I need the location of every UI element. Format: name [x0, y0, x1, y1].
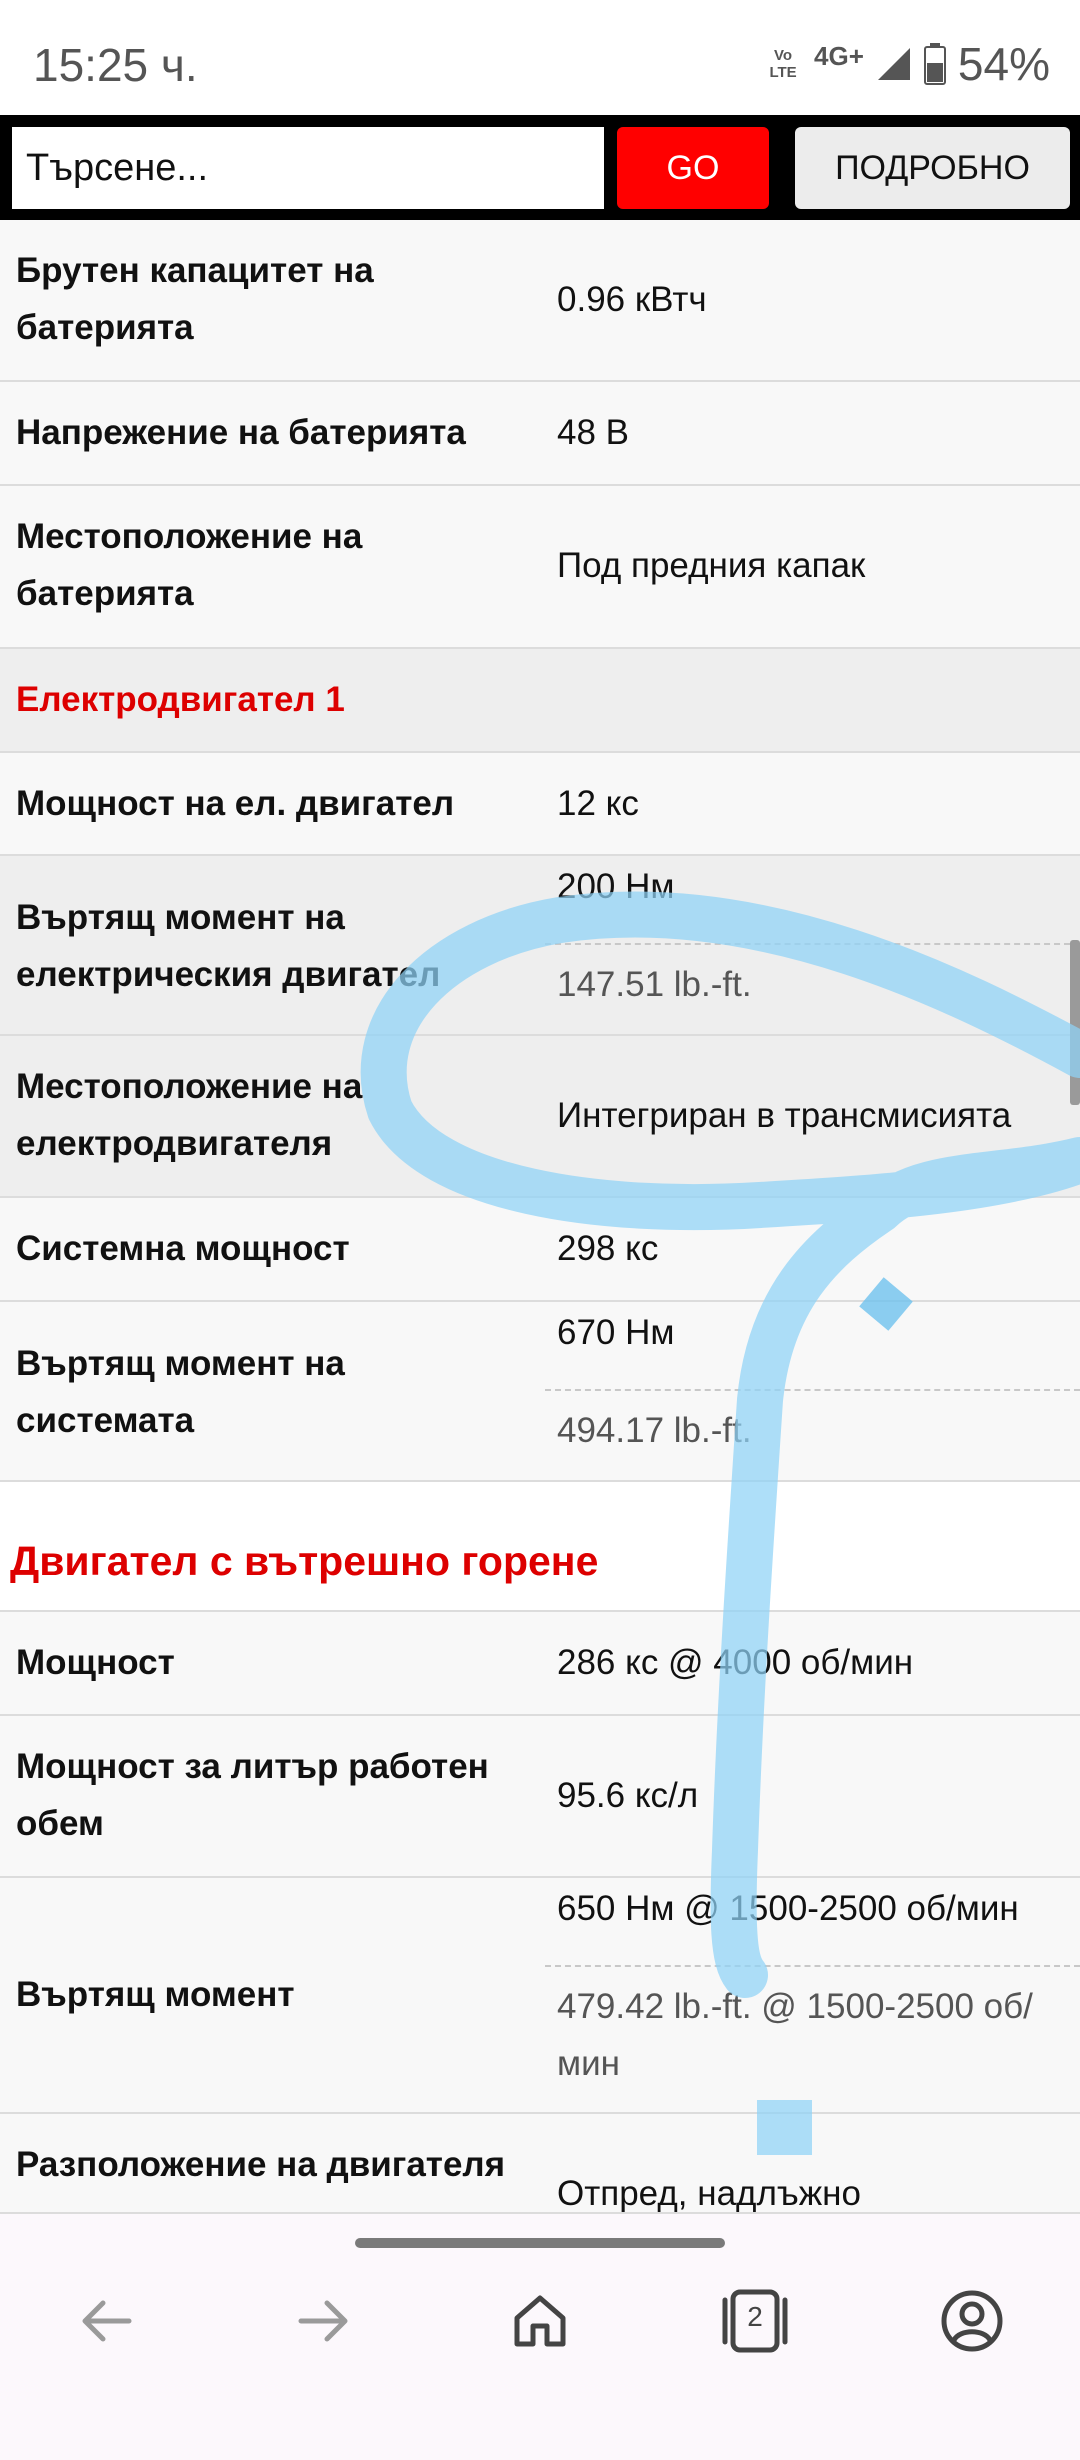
spec-row: Разположение на двигателя Отпред, надлъж…: [0, 2114, 1080, 2212]
search-toolbar: GO ПОДРОБНО: [0, 115, 1080, 220]
spec-value: 670 Нм: [557, 1313, 675, 1352]
spec-label: Мощност: [16, 1643, 175, 1682]
spec-label: Местоположение на батерията: [16, 517, 363, 613]
forward-icon: [298, 2300, 348, 2342]
section-heading-row: Двигател с вътрешно горене: [0, 1482, 1080, 1612]
spec-label: Напрежение на батерията: [16, 413, 466, 452]
spec-row: Напрежение на батерията 48 В: [0, 382, 1080, 486]
details-button[interactable]: ПОДРОБНО: [795, 127, 1070, 209]
gesture-handle[interactable]: [355, 2238, 725, 2248]
network-type: 4G+: [814, 40, 864, 71]
back-icon: [82, 2300, 132, 2342]
battery-percent: 54%: [957, 38, 1050, 90]
spec-value: 298 кс: [557, 1229, 659, 1268]
status-time: 15:25 ч.: [33, 39, 198, 91]
spec-value-alt: 494.17 lb.-ft.: [557, 1411, 752, 1450]
account-button[interactable]: [927, 2276, 1017, 2366]
signal-icon: [877, 48, 910, 80]
spec-label: Системна мощност: [16, 1229, 350, 1268]
go-button[interactable]: GO: [617, 127, 769, 209]
spec-row: Въртящ момент на електрическия двигател …: [0, 856, 1080, 1036]
spec-label: Въртящ момент на електрическия двигател: [16, 898, 441, 994]
section-heading: Двигател с вътрешно горене: [10, 1538, 599, 1584]
tab-count: 2: [747, 2301, 763, 2332]
home-button[interactable]: [495, 2276, 585, 2366]
scrollbar-thumb[interactable]: [1070, 940, 1080, 1105]
spec-value: 48 В: [557, 413, 629, 452]
spec-label: Местоположение на електродвигателя: [16, 1067, 363, 1163]
spec-value-alt: 479.42 lb.-ft. @ 1500-2500 об/мин: [557, 1987, 1033, 2083]
forward-button[interactable]: [278, 2276, 368, 2366]
value-divider: [545, 1965, 1080, 1967]
back-button[interactable]: [62, 2276, 152, 2366]
status-icons: Vo LTE 4G+ 54%: [764, 38, 1050, 90]
spec-row: Мощност 286 кс @ 4000 об/мин: [0, 1612, 1080, 1716]
search-input[interactable]: [12, 127, 604, 209]
spec-row: Брутен капацитет на батерията 0.96 кВтч: [0, 220, 1080, 382]
spec-row: Мощност на ел. двигател 12 кс: [0, 753, 1080, 856]
spec-row: Местоположение на електродвигателя Интег…: [0, 1036, 1080, 1198]
value-divider: [545, 1389, 1080, 1391]
home-icon: [514, 2295, 566, 2347]
spec-value: 95.6 кс/л: [557, 1776, 699, 1815]
spec-value: 12 кс: [557, 784, 639, 823]
value-divider: [545, 943, 1080, 945]
spec-value: 286 кс @ 4000 об/мин: [557, 1643, 914, 1682]
spec-value: 0.96 кВтч: [557, 280, 707, 319]
spec-row: Системна мощност 298 кс: [0, 1198, 1080, 1302]
spec-label: Мощност за литър работен обем: [16, 1747, 489, 1843]
status-bar: 15:25 ч. Vo LTE 4G+ 54%: [0, 0, 1080, 115]
spec-row: Местоположение на батерията Под предния …: [0, 486, 1080, 649]
section-title: Електродвигател 1: [16, 680, 345, 719]
spec-value: Под предния капак: [557, 546, 866, 585]
spec-value: 650 Нм @ 1500-2500 об/мин: [557, 1889, 1019, 1928]
spec-label: Разположение на двигателя: [16, 2145, 506, 2184]
account-icon: [941, 2290, 1003, 2352]
volte-icon: Vo LTE: [769, 47, 797, 81]
section-row: Електродвигател 1: [0, 649, 1080, 753]
spec-value-alt: 147.51 lb.-ft.: [557, 965, 752, 1004]
spec-value: Отпред, надлъжно: [557, 2174, 861, 2212]
spec-label: Въртящ момент: [16, 1975, 295, 2014]
spec-label: Мощност на ел. двигател: [16, 784, 455, 823]
battery-icon: [923, 43, 946, 85]
spec-table: Брутен капацитет на батерията 0.96 кВтч …: [0, 220, 1080, 2212]
spec-value: 200 Нм: [557, 867, 675, 906]
spec-value: Интегриран в трансмисията: [557, 1096, 1012, 1135]
spec-label: Въртящ момент на системата: [16, 1344, 345, 1440]
spec-label: Брутен капацитет на батерията: [16, 251, 374, 347]
tabs-button[interactable]: 2: [710, 2276, 800, 2366]
browser-bottom-nav: 2: [0, 2212, 1080, 2460]
spec-row: Мощност за литър работен обем 95.6 кс/л: [0, 1716, 1080, 1878]
spec-row: Въртящ момент 650 Нм @ 1500-2500 об/мин …: [0, 1878, 1080, 2114]
spec-row: Въртящ момент на системата 670 Нм 494.17…: [0, 1302, 1080, 1482]
